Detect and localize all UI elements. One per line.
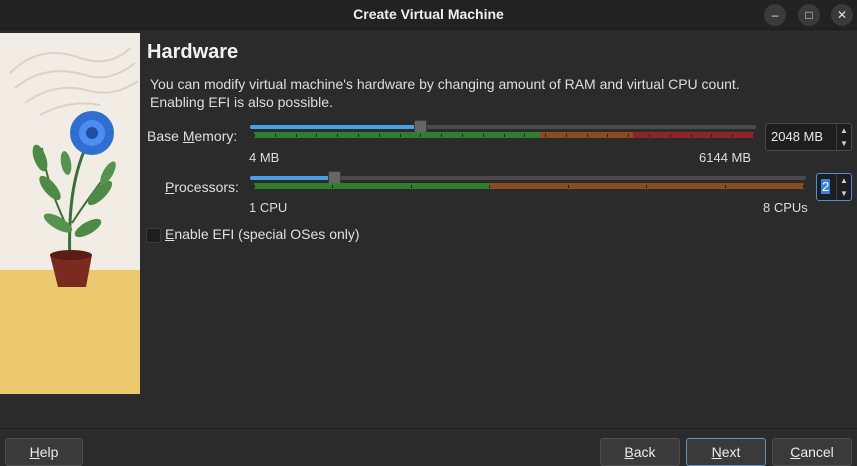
- cpu-increment-icon[interactable]: ▲: [837, 174, 851, 187]
- processors-label: Processors:: [165, 179, 239, 195]
- slider-tick: [379, 134, 380, 137]
- slider-tick: [462, 134, 463, 137]
- window-title: Create Virtual Machine: [353, 6, 504, 22]
- slider-tick: [607, 134, 608, 137]
- slider-tick: [691, 134, 692, 137]
- memory-value[interactable]: 2048 MB: [771, 129, 823, 144]
- slider-tick: [732, 134, 733, 137]
- maximize-icon[interactable]: □: [798, 4, 820, 26]
- slider-tick: [420, 134, 421, 137]
- slider-tick: [483, 134, 484, 137]
- slider-tick: [646, 185, 647, 188]
- slider-tick: [587, 134, 588, 137]
- cpu-ticks: [254, 183, 804, 189]
- slider-tick: [411, 185, 412, 188]
- slider-tick: [400, 134, 401, 137]
- memory-slider-fill: [250, 125, 418, 129]
- processors-slider[interactable]: [250, 171, 806, 194]
- slider-tick: [332, 185, 333, 188]
- title-bar: Create Virtual Machine – □ ✕: [0, 0, 857, 30]
- cpu-decrement-icon[interactable]: ▼: [837, 187, 851, 200]
- slider-tick: [803, 185, 804, 188]
- slider-tick: [316, 134, 317, 137]
- help-button[interactable]: Help: [5, 438, 83, 466]
- slider-tick: [254, 185, 255, 188]
- close-icon[interactable]: ✕: [831, 4, 853, 26]
- cpu-max-label: 8 CPUs: [763, 200, 808, 215]
- slider-tick: [566, 134, 567, 137]
- memory-ticks: [254, 132, 754, 138]
- memory-min-label: 4 MB: [249, 150, 280, 165]
- slider-tick: [670, 134, 671, 137]
- memory-max-label: 6144 MB: [699, 150, 752, 165]
- slider-tick: [504, 134, 505, 137]
- slider-tick: [358, 134, 359, 137]
- base-memory-slider[interactable]: [250, 120, 756, 143]
- slider-tick: [568, 185, 569, 188]
- page-description: You can modify virtual machine's hardwar…: [150, 76, 740, 110]
- slider-tick: [649, 134, 650, 137]
- enable-efi-checkbox[interactable]: [146, 228, 161, 243]
- minimize-icon[interactable]: –: [764, 4, 786, 26]
- slider-tick: [725, 185, 726, 188]
- page-heading: Hardware: [147, 41, 239, 63]
- next-button[interactable]: Next: [686, 438, 766, 466]
- slider-tick: [711, 134, 712, 137]
- processors-value[interactable]: 2: [821, 179, 831, 194]
- slider-tick: [753, 134, 754, 137]
- slider-tick: [296, 134, 297, 137]
- slider-tick: [545, 134, 546, 137]
- slider-tick: [441, 134, 442, 137]
- slider-tick: [275, 134, 276, 137]
- slider-tick: [337, 134, 338, 137]
- base-memory-label: Base Memory:: [147, 128, 238, 144]
- slider-tick: [628, 134, 629, 137]
- footer-separator: [0, 428, 857, 429]
- back-button[interactable]: Back: [600, 438, 680, 466]
- slider-tick: [254, 134, 255, 137]
- memory-increment-icon[interactable]: ▲: [837, 124, 851, 137]
- wizard-illustration: [0, 33, 140, 394]
- cpu-spin-arrows: ▲ ▼: [836, 174, 851, 200]
- slider-tick: [489, 185, 490, 188]
- cpu-slider-fill: [250, 176, 332, 180]
- memory-spin-arrows: ▲ ▼: [836, 124, 851, 150]
- processors-spinbox[interactable]: 2 ▲ ▼: [816, 173, 852, 201]
- cpu-min-label: 1 CPU: [249, 200, 288, 215]
- memory-decrement-icon[interactable]: ▼: [837, 137, 851, 150]
- memory-spinbox[interactable]: 2048 MB ▲ ▼: [765, 123, 852, 151]
- cancel-button[interactable]: Cancel: [772, 438, 852, 466]
- enable-efi-label[interactable]: Enable EFI (special OSes only): [165, 226, 360, 242]
- slider-tick: [524, 134, 525, 137]
